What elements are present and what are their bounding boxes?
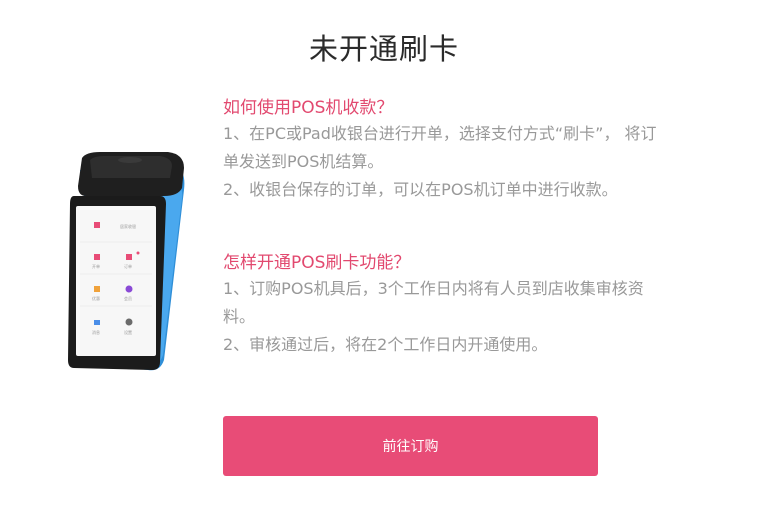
faq-how-to-use: 如何使用POS机收款？ 1、在PC或Pad收银台进行开单，选择支付方式“刷卡”，… [223, 96, 743, 204]
faq-answer-line: 单发送到POS机结算。 [223, 152, 384, 171]
go-order-button[interactable]: 前往订购 [223, 416, 598, 476]
svg-text:订单: 订单 [124, 263, 132, 269]
faq-answer-line: 1、在PC或Pad收银台进行开单，选择支付方式“刷卡”， 将订 [223, 124, 657, 143]
faq-how-to-enable: 怎样开通POS刷卡功能？ 1、订购POS机具后，3个工作日内将有人员到店收集审核… [223, 251, 743, 359]
svg-text:居家收银: 居家收银 [120, 223, 136, 229]
faq-question: 怎样开通POS刷卡功能？ [223, 253, 411, 273]
faq-answer-line: 料。 [223, 307, 256, 326]
svg-text:设置: 设置 [124, 329, 132, 335]
svg-text:优惠: 优惠 [92, 295, 100, 301]
faq-answer-line: 2、收银台保存的订单，可以在POS机订单中进行收款。 [223, 180, 618, 199]
faq-answer-line: 1、订购POS机具后，3个工作日内将有人员到店收集审核资 [223, 279, 644, 298]
faq-answer-line: 2、审核通过后，将在2个工作日内开通使用。 [223, 335, 548, 354]
pos-device-image: 居家收银 开单 订单 优惠 会员 消息 设置 [68, 152, 185, 371]
svg-text:开单: 开单 [92, 263, 100, 269]
svg-text:会员: 会员 [124, 295, 132, 301]
faq-question: 如何使用POS机收款？ [223, 98, 394, 118]
page-title: 未开通刷卡 [308, 32, 459, 66]
svg-text:消息: 消息 [92, 329, 100, 335]
